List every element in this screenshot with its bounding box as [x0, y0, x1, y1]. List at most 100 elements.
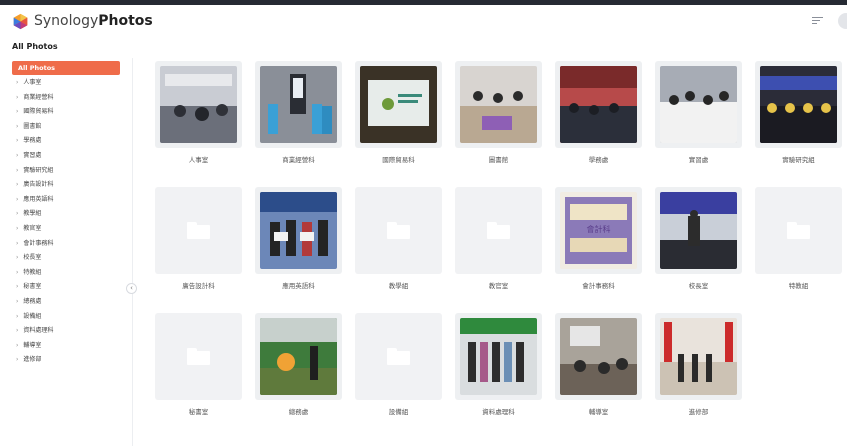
album-title[interactable]: 廣告設計科	[155, 280, 242, 290]
avatar[interactable]	[838, 13, 847, 29]
collapse-sidebar-icon[interactable]: ‹	[126, 283, 137, 294]
chevron-right-icon: ›	[16, 79, 19, 86]
album-title[interactable]: 圖書館	[455, 154, 542, 164]
chevron-right-icon: ›	[16, 239, 19, 247]
sidebar-item[interactable]: › 校長室	[16, 252, 41, 264]
album-cover[interactable]	[255, 313, 342, 400]
album-title[interactable]: 教學組	[355, 280, 442, 290]
sidebar-item[interactable]: › 特教組	[16, 267, 41, 279]
album-thumbnail	[760, 66, 837, 143]
chevron-right-icon: ›	[16, 298, 19, 305]
album-cover[interactable]	[655, 187, 742, 274]
album-title[interactable]: 秘書室	[155, 406, 242, 416]
chevron-right-icon: ›	[16, 108, 19, 116]
album-cover[interactable]	[355, 313, 442, 400]
album-cover[interactable]	[155, 61, 242, 148]
sidebar-item[interactable]: › 學務處	[16, 135, 41, 147]
album-cover[interactable]	[455, 313, 542, 400]
album-title[interactable]: 教官室	[455, 280, 542, 290]
folder-icon	[787, 222, 810, 239]
album-title[interactable]: 輔導室	[555, 406, 642, 416]
sidebar-item-all-photos[interactable]: All Photos	[12, 61, 120, 75]
sidebar-item[interactable]: › 國際貿易科	[16, 106, 53, 118]
sidebar-item[interactable]: › 設備組	[16, 311, 41, 323]
album-cover[interactable]	[755, 187, 842, 274]
chevron-right-icon: ›	[16, 137, 19, 145]
sidebar-item-label: 進修部	[23, 356, 42, 364]
sidebar-item-label: 人事室	[23, 79, 42, 86]
sidebar-item[interactable]: › 會計事務科	[16, 238, 53, 250]
album-cover[interactable]	[755, 61, 842, 148]
folder-icon	[187, 348, 210, 365]
album-title[interactable]: 學務處	[555, 154, 642, 164]
sidebar-item[interactable]: › 輔導室	[16, 340, 41, 352]
album-cover[interactable]	[455, 61, 542, 148]
brand-suffix: Photos	[98, 13, 153, 29]
album-cover[interactable]	[155, 313, 242, 400]
sidebar-item[interactable]: › 商業經營科	[16, 92, 53, 104]
album-cover[interactable]	[355, 61, 442, 148]
chevron-right-icon: ›	[16, 210, 19, 218]
album-title[interactable]: 實習處	[655, 154, 742, 164]
album-title[interactable]: 進修部	[655, 406, 742, 416]
sidebar-item-label: 商業經營科	[23, 93, 54, 101]
album-title[interactable]: 實驗研究組	[755, 154, 842, 164]
sidebar-item-label: 圖書館	[23, 122, 42, 130]
thumbnail-caption: 會計科	[587, 224, 611, 234]
sidebar-item-label: 輔導室	[23, 341, 42, 349]
chevron-right-icon: ›	[16, 181, 19, 189]
sidebar-item[interactable]: › 資料處理科	[16, 325, 53, 337]
album-title[interactable]: 校長室	[655, 280, 742, 290]
album-cover[interactable]	[555, 61, 642, 148]
sidebar-item[interactable]: › 人事室	[16, 77, 41, 89]
album-title[interactable]: 設備組	[355, 406, 442, 416]
album-title[interactable]: 商業經營科	[255, 154, 342, 164]
chevron-right-icon: ›	[16, 195, 19, 203]
album-cover[interactable]	[255, 61, 342, 148]
chevron-right-icon: ›	[16, 312, 19, 320]
album-cover[interactable]	[555, 313, 642, 400]
sidebar-item-label: 國際貿易科	[23, 108, 54, 116]
album-title[interactable]: 應用英語科	[255, 280, 342, 290]
album-cover[interactable]	[655, 313, 742, 400]
sidebar-item[interactable]: › 實習處	[16, 150, 41, 162]
sidebar-item[interactable]: › 教官室	[16, 223, 41, 235]
sidebar-item-label: 秘書室	[23, 283, 42, 291]
sidebar-item[interactable]: › 總務處	[16, 296, 41, 308]
chevron-right-icon: ›	[16, 268, 19, 276]
album-cover[interactable]	[655, 61, 742, 148]
sort-icon[interactable]	[812, 15, 826, 27]
sidebar-item[interactable]: › 教學組	[16, 208, 41, 220]
album-thumbnail	[260, 318, 337, 395]
album-thumbnail: 會計科	[560, 192, 637, 269]
album-title[interactable]: 總務處	[255, 406, 342, 416]
album-cover[interactable]	[255, 187, 342, 274]
sidebar-item[interactable]: › 應用英語科	[16, 194, 53, 206]
album-title[interactable]: 會計事務科	[555, 280, 642, 290]
sidebar-item[interactable]: › 秘書室	[16, 281, 41, 293]
album-thumbnail	[560, 66, 637, 143]
app-header: SynologyPhotos	[0, 5, 847, 33]
sidebar-item[interactable]: › 實驗研究組	[16, 165, 53, 177]
sidebar-item-label: 會計事務科	[23, 239, 54, 247]
chevron-right-icon: ›	[16, 225, 19, 232]
sidebar-item[interactable]: › 圖書館	[16, 121, 41, 133]
sidebar-item-label: 設備組	[23, 312, 42, 320]
album-cover[interactable]: 會計科	[555, 187, 642, 274]
synology-photos-logo-icon	[13, 13, 28, 30]
album-cover[interactable]	[455, 187, 542, 274]
album-thumbnail	[260, 192, 337, 269]
album-title[interactable]: 特教組	[755, 280, 842, 290]
sidebar-item-label: 應用英語科	[23, 195, 54, 203]
album-title[interactable]: 人事室	[155, 154, 242, 164]
album-cover[interactable]	[155, 187, 242, 274]
app-brand: SynologyPhotos	[34, 11, 153, 31]
album-title[interactable]: 國際貿易科	[355, 154, 442, 164]
album-cover[interactable]	[355, 187, 442, 274]
sidebar-item[interactable]: › 廣告設計科	[16, 179, 53, 191]
sidebar-item-label: 教學組	[23, 210, 42, 218]
chevron-right-icon: ›	[16, 341, 19, 349]
chevron-right-icon: ›	[16, 166, 19, 174]
sidebar-item[interactable]: › 進修部	[16, 354, 41, 366]
album-title[interactable]: 資料處理科	[455, 406, 542, 416]
